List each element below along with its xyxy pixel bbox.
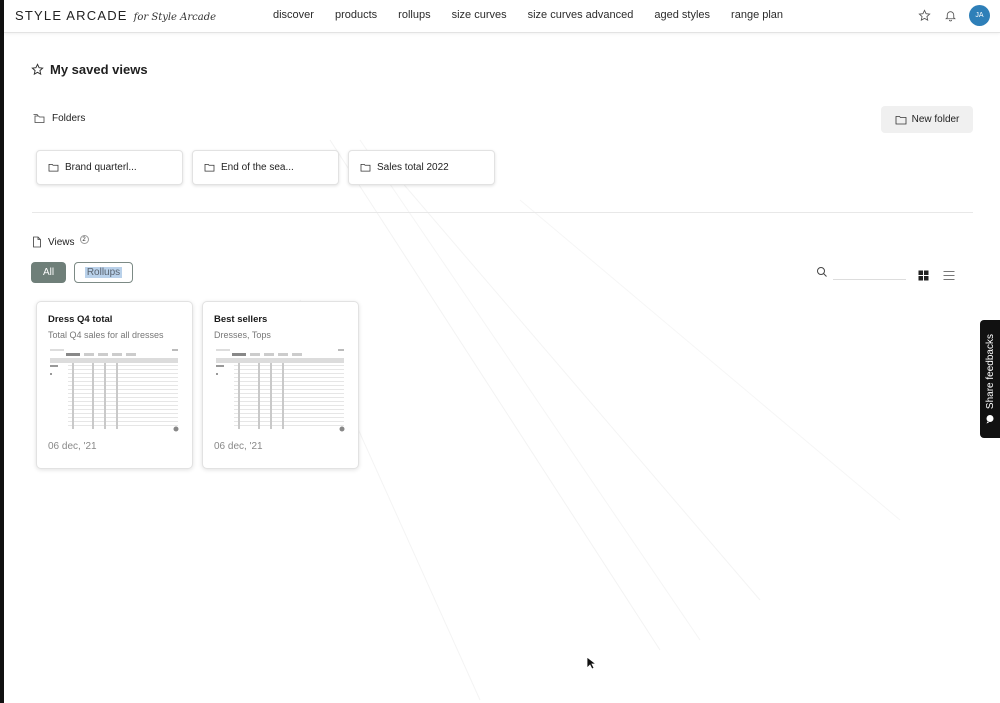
view-title: Dress Q4 total [48,314,113,325]
brand-script: for Style Arcade [133,12,217,23]
star-outline-icon [31,63,44,76]
folder-icon [360,163,371,172]
nav-rollups[interactable]: rollups [398,9,430,21]
view-subtitle: Dresses, Tops [214,330,271,340]
filter-rollups-label: Rollups [84,267,123,278]
bell-icon[interactable] [943,9,957,23]
document-icon [33,236,41,248]
top-navigation-bar: STYLE ARCADE for Style Arcade discover p… [4,0,1000,33]
folders-stack-icon [33,114,45,123]
search-input[interactable] [833,263,906,280]
folder-name: Sales total 2022 [377,162,449,173]
view-subtitle: Total Q4 sales for all dresses [48,330,164,340]
mouse-cursor-icon [586,656,596,670]
nav-aged-styles[interactable]: aged styles [654,9,710,21]
nav-products[interactable]: products [335,9,377,21]
chat-bubble-icon [986,414,994,424]
folder-card[interactable]: Brand quarterl... [36,150,183,185]
folder-icon [895,115,906,124]
folders-heading-label: Folders [52,113,86,124]
nav-range-plan[interactable]: range plan [731,9,783,21]
user-avatar[interactable]: JA [969,5,990,26]
folder-icon [48,163,59,172]
list-view-toggle[interactable] [943,266,955,285]
window-left-edge [0,0,4,703]
folder-card[interactable]: End of the sea... [192,150,339,185]
share-feedback-tab[interactable]: Share feedbacks [980,320,1000,438]
brand-name: STYLE ARCADE [15,8,128,23]
view-title: Best sellers [214,314,268,325]
folders-heading: Folders [33,113,85,124]
page-title-text: My saved views [50,62,148,77]
views-search [816,263,906,280]
views-count-badge: 2 [79,235,89,244]
search-icon[interactable] [816,266,828,278]
view-thumbnail [48,347,182,433]
page-title: My saved views [31,62,148,77]
list-icon [943,271,955,280]
share-feedback-label: Share feedbacks [984,334,996,410]
new-folder-label: New folder [911,114,960,125]
folder-icon [204,163,215,172]
views-heading-label: Views [48,236,75,248]
view-date: 06 dec, '21 [214,441,263,452]
grid-view-toggle[interactable] [918,266,929,285]
brand-logo[interactable]: STYLE ARCADE for Style Arcade [15,8,216,23]
view-thumbnail [214,347,348,433]
nav-size-curves[interactable]: size curves [452,9,507,21]
view-card[interactable]: Best sellers Dresses, Tops 06 dec, '21 [202,301,359,469]
view-date: 06 dec, '21 [48,441,97,452]
folder-name: Brand quarterl... [65,162,137,173]
top-actions: JA [917,5,990,26]
grid-icon [918,270,929,281]
new-folder-button[interactable]: New folder [881,106,973,133]
filter-rollups-chip[interactable]: Rollups [74,262,133,283]
filter-all-chip[interactable]: All [31,262,66,283]
folder-card[interactable]: Sales total 2022 [348,150,495,185]
folder-name: End of the sea... [221,162,294,173]
main-nav: discover products rollups size curves si… [273,9,804,21]
nav-discover[interactable]: discover [273,9,314,21]
nav-size-curves-advanced[interactable]: size curves advanced [528,9,634,21]
section-divider [32,212,973,213]
views-heading: Views 2 [32,235,89,248]
star-icon[interactable] [917,9,931,23]
view-card[interactable]: Dress Q4 total Total Q4 sales for all dr… [36,301,193,469]
